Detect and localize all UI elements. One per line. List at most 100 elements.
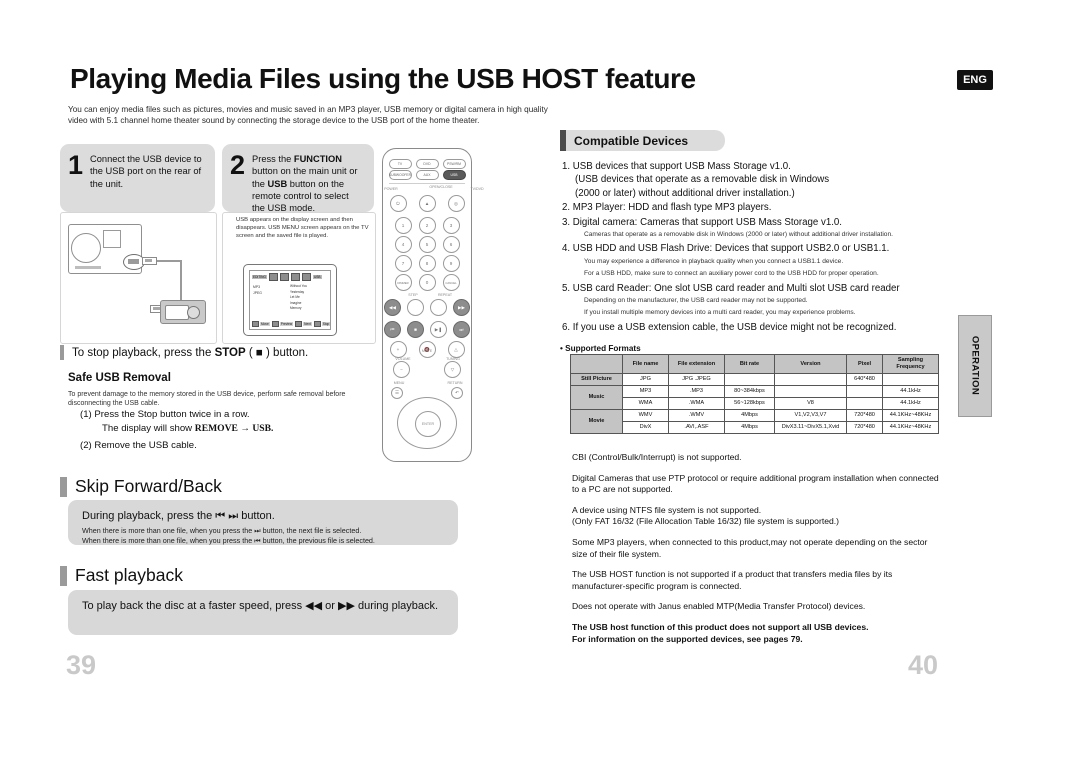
menu-icon-3 (290, 273, 300, 281)
compatible-device-note: You may experience a difference in playb… (584, 257, 844, 265)
table-cell-0-3 (774, 373, 847, 386)
safe-removal-step-1-detail: The display will show REMOVE → USB. (102, 422, 274, 434)
table-cell-0-2 (724, 373, 775, 386)
compatible-device-item-4: 4. USB HDD and USB Flash Drive: Devices … (562, 242, 952, 278)
compatible-device-item-2: 2. MP3 Player: HDD and flash type MP3 pl… (562, 201, 952, 214)
compatible-accent-bar (560, 130, 566, 151)
compatible-device-note: If you install multiple memory devices i… (584, 309, 856, 317)
page-number-right: 40 (908, 650, 939, 680)
page-title: Playing Media Files using the USB HOST f… (58, 58, 696, 100)
table-column-header-1: File name (622, 354, 669, 374)
usb-menu-source-label: USB (312, 275, 322, 279)
usb-menu-button-3: Stop (321, 322, 331, 326)
step-2-box: 2 Press the FUNCTION button on the main … (222, 144, 374, 213)
limitation-note-5: Does not operate with Janus enabled MTP(… (572, 601, 866, 612)
table-cell-1-5: 44.1kHz (882, 385, 939, 398)
remote-key-dimmer: DIMMER (394, 274, 412, 291)
menu-icon-2 (279, 273, 289, 281)
remote-repeat-label: REPEAT (437, 293, 453, 297)
disc-tray-icon (71, 233, 101, 263)
table-row: Music MP3 .MP3 80~384kbps 44.1kHz (570, 385, 939, 410)
table-cell-2-4 (846, 397, 883, 410)
table-row: Movie WMV .WMV 4Mbps V1,V2,V3,V7 720*480 44.1K… (570, 409, 939, 434)
remote-key-7: 7 (394, 255, 412, 272)
skip-sub-text-0: When there is more than one file, when y… (82, 526, 362, 535)
table-cell-1-2: 80~384kbps (724, 385, 775, 398)
compatible-device-line: 5. USB card Reader: One slot USB card re… (562, 282, 900, 294)
table-cell-2-3: V8 (774, 397, 847, 410)
mp3-screen-icon (165, 305, 189, 320)
menu-button-icon-0 (252, 321, 259, 327)
compatible-device-line: (2000 or later) without additional drive… (575, 187, 795, 199)
compatible-device-line: 3. Digital camera: Cameras that support … (562, 216, 842, 228)
step-1-number: 1 (68, 150, 84, 180)
table-cell-2-5: 44.1kHz (882, 397, 939, 410)
manual-page: Playing Media Files using the USB HOST f… (0, 0, 1080, 763)
limitation-note-2: A device using NTFS file system is not s… (572, 504, 840, 527)
table-cell-4-4: 720*480 (846, 421, 883, 434)
table-column-header-5: Pixel (846, 354, 883, 374)
usb-menu-filetype-1: JPEG (253, 291, 262, 295)
safe-removal-step-1: (1) Press the Stop button twice in a row… (80, 409, 250, 420)
limitation-note-6: The USB host function of this product do… (572, 621, 869, 644)
table-cell-2-0: WMA (622, 397, 669, 410)
remote-key-3: 3 (442, 217, 460, 234)
table-body: Still Picture JPG JPG .JPEG 640*480 Music MP3… (570, 373, 939, 434)
table-cell-4-3: DivX3.11~DivX5.1,Xvid (774, 421, 847, 434)
device-connection-diagram (66, 218, 208, 336)
compatible-device-line: (USB devices that operate as a removable… (575, 174, 830, 186)
remote-key-0: 0 (418, 274, 436, 291)
usb-menu-topbar: EDITING USB (252, 273, 328, 281)
remote-tv-dvd-label: TV/DVD (470, 187, 484, 191)
table-cell-1-3 (774, 385, 847, 398)
compatible-devices-heading-text: Compatible Devices (574, 133, 689, 148)
disc-slot-icon (75, 266, 101, 269)
intro-paragraph: You can enjoy media files such as pictur… (68, 105, 548, 125)
table-column-header-0 (570, 354, 623, 374)
safe-removal-note: To prevent damage to the memory stored i… (68, 391, 346, 408)
remote-button-usb: USB (442, 170, 466, 180)
section-accent-bar-skip (60, 476, 67, 497)
language-badge: ENG (957, 70, 993, 90)
compatible-device-item-1: 1. USB devices that support USB Mass Sto… (562, 160, 952, 200)
compatible-device-item-5: 5. USB card Reader: One slot USB card re… (562, 282, 952, 318)
compatible-device-line: 2. MP3 Player: HDD and flash type MP3 pl… (562, 202, 772, 214)
mp3-player-icon (160, 300, 206, 324)
tv-screen-illustration: EDITING USB MP3 JPEG Without You Yesterd… (243, 264, 337, 336)
remote-button-tv: TV (388, 159, 412, 169)
stop-playback-text: To stop playback, press the STOP ( ■ ) b… (72, 346, 309, 359)
limitation-note-1: Digital Cameras that use PTP protocol or… (572, 472, 939, 495)
safe-removal-steps: (1) Press the Stop button twice in a row… (80, 408, 400, 453)
usb-menu-buttons: Move Preview Next Stop (252, 321, 331, 327)
menu-icon-1 (268, 273, 278, 281)
usb-menu-filelist: Without You Yesterday Let Me Imagine Mem… (290, 284, 307, 312)
compatible-device-item-6: 6. If you use a USB extension cable, the… (562, 321, 952, 334)
supported-formats-table: File name File extension Bit rate Version Pi… (570, 354, 939, 434)
side-tab-operation: OPERATION (958, 315, 992, 417)
table-cell-4-5: 44.1KHz~48KHz (882, 421, 939, 434)
table-cell-2-1: .WMA (668, 397, 725, 410)
remote-repeat-button (430, 299, 447, 316)
remote-rewind-button: ◀◀ (384, 299, 401, 316)
table-cell-0-1: JPG .JPEG (668, 373, 725, 386)
remote-key-1: 1 (394, 217, 412, 234)
limitation-note-4: The USB HOST function is not supported i… (572, 569, 893, 591)
remote-key-cancel: CANCEL (442, 274, 460, 291)
compatible-device-note: For a USB HDD, make sure to connect an a… (584, 270, 879, 278)
remote-open-close-button: ▲ (418, 195, 436, 212)
compatible-device-line: 1. USB devices that support USB Mass Sto… (562, 161, 791, 172)
table-cell-3-2: 4Mbps (724, 409, 775, 422)
usb-menu-button-1: Preview (279, 322, 294, 326)
remote-menu-button: ☰ (391, 387, 403, 399)
compatible-device-note: Cameras that operate as a removable disk… (584, 231, 893, 239)
table-cell-0-4: 640*480 (846, 373, 883, 386)
menu-button-icon-2 (295, 321, 303, 327)
section-heading-skip-text: Skip Forward/Back (75, 476, 222, 496)
remote-return-button: ↶ (451, 387, 463, 399)
remote-key-6: 6 (442, 236, 460, 253)
remote-forward-button: ▶▶ (453, 299, 470, 316)
remote-return-label: RETURN (447, 381, 463, 385)
remote-stop-button: ■ (407, 321, 424, 338)
table-column-header-6: Sampling Frequency (882, 354, 939, 374)
limitation-note-3: Some MP3 players, when connected to this… (572, 536, 928, 559)
